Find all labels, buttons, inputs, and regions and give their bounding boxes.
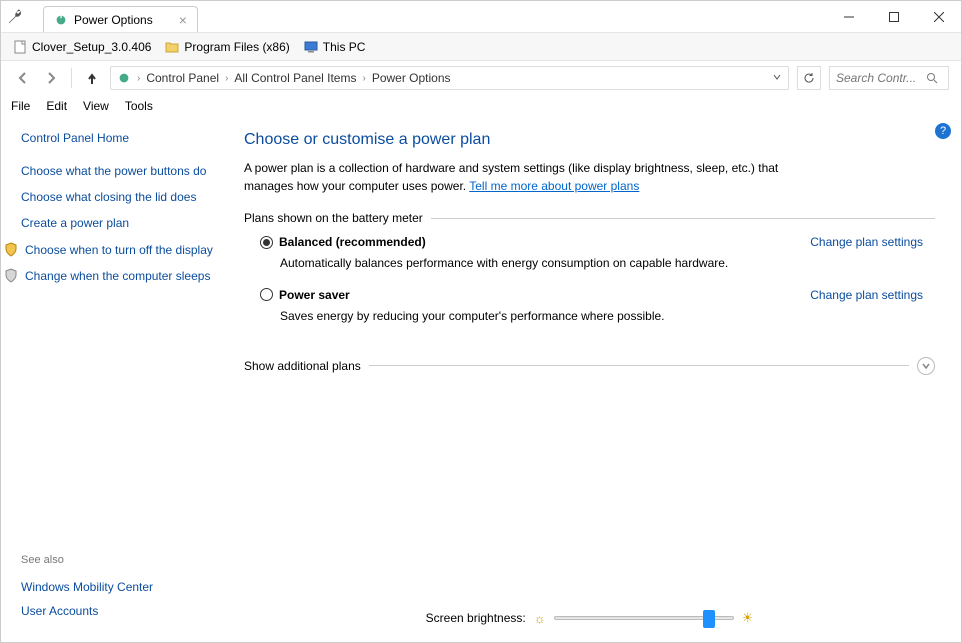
breadcrumb-power-options[interactable]: Power Options [372,71,451,85]
bookmark-this-pc[interactable]: This PC [304,40,366,54]
tab-title: Power Options [74,13,153,27]
shield-icon [3,242,19,258]
plan-desc: Automatically balances performance with … [280,255,935,272]
address-bar-row: › Control Panel › All Control Panel Item… [1,61,961,95]
pc-icon [304,40,318,54]
section-label-text: Show additional plans [244,359,361,373]
breadcrumb-all-items[interactable]: All Control Panel Items [234,71,356,85]
sidebar-link-computer-sleeps[interactable]: Change when the computer sleeps [21,268,214,284]
search-icon [926,72,938,84]
chevron-right-icon[interactable]: › [137,73,140,84]
brightness-label: Screen brightness: [426,611,526,625]
menu-file[interactable]: File [11,99,30,113]
close-window-button[interactable] [916,2,961,32]
bookmarks-bar: Clover_Setup_3.0.406 Program Files (x86)… [1,33,961,61]
bookmark-label: Program Files (x86) [184,40,289,54]
sidebar-link-closing-lid[interactable]: Choose what closing the lid does [21,189,214,205]
slider-thumb[interactable] [703,610,715,628]
sidebar-link-label: Choose when to turn off the display [25,242,213,258]
control-panel-home-link[interactable]: Control Panel Home [21,131,214,145]
see-also-label: See also [21,554,214,566]
chevron-down-icon[interactable] [772,71,782,85]
sidebar-link-power-buttons[interactable]: Choose what the power buttons do [21,163,214,179]
help-icon[interactable]: ? [935,123,951,139]
plan-balanced: Balanced (recommended) Change plan setti… [260,235,935,272]
bookmark-label: This PC [323,40,366,54]
bookmark-program-files[interactable]: Program Files (x86) [165,40,289,54]
maximize-button[interactable] [871,2,916,32]
close-tab-icon[interactable]: × [179,12,187,28]
section-label-text: Plans shown on the battery meter [244,211,423,225]
change-plan-settings-link[interactable]: Change plan settings [810,288,923,302]
page-description: A power plan is a collection of hardware… [244,159,824,195]
plan-desc: Saves energy by reducing your computer's… [280,308,935,325]
divider [431,218,935,219]
brightness-slider[interactable] [554,616,734,620]
titlebar: Power Options × [1,1,961,33]
sidebar-link-mobility-center[interactable]: Windows Mobility Center [21,580,214,594]
back-button[interactable] [13,68,33,88]
browser-tab[interactable]: Power Options × [43,6,198,32]
chevron-right-icon[interactable]: › [225,73,228,84]
chevron-right-icon[interactable]: › [362,73,365,84]
main-content-wrapper: Control Panel Home Choose what the power… [1,117,961,642]
plan-radio-power-saver[interactable] [260,288,273,301]
power-options-icon [54,13,68,27]
menu-bar: File Edit View Tools [1,95,961,117]
refresh-icon [803,72,815,84]
refresh-button[interactable] [797,66,821,90]
shield-icon [3,268,19,284]
folder-icon [165,40,179,54]
plans-section-header: Plans shown on the battery meter [244,211,935,225]
search-input[interactable] [836,71,920,85]
sidebar-link-label: Change when the computer sleeps [25,268,210,284]
brightness-control: Screen brightness: ☼ ☀ [244,610,935,636]
plan-name: Balanced (recommended) [279,235,426,249]
menu-view[interactable]: View [83,99,109,113]
forward-button[interactable] [41,68,61,88]
breadcrumb-bar[interactable]: › Control Panel › All Control Panel Item… [110,66,789,90]
plan-name: Power saver [279,288,350,302]
search-box[interactable] [829,66,949,90]
breadcrumb-control-panel[interactable]: Control Panel [146,71,219,85]
expand-chevron-icon[interactable] [917,357,935,375]
tell-me-more-link[interactable]: Tell me more about power plans [469,179,639,193]
bookmark-label: Clover_Setup_3.0.406 [32,40,151,54]
sidebar-link-turn-off-display[interactable]: Choose when to turn off the display [21,242,214,258]
sidebar: Control Panel Home Choose what the power… [1,117,226,642]
window-controls [826,2,961,32]
sun-low-icon: ☼ [534,611,546,626]
plan-radio-balanced[interactable] [260,236,273,249]
minimize-button[interactable] [826,2,871,32]
plan-power-saver: Power saver Change plan settings Saves e… [260,288,935,325]
file-icon [13,40,27,54]
power-options-icon [117,71,131,85]
sidebar-link-user-accounts[interactable]: User Accounts [21,604,214,618]
sidebar-link-create-plan[interactable]: Create a power plan [21,215,214,231]
separator [71,68,72,88]
divider [369,365,909,366]
change-plan-settings-link[interactable]: Change plan settings [810,235,923,249]
bookmark-clover-setup[interactable]: Clover_Setup_3.0.406 [13,40,151,54]
content-pane: ? Choose or customise a power plan A pow… [226,117,961,642]
menu-tools[interactable]: Tools [125,99,153,113]
up-button[interactable] [82,68,102,88]
page-heading: Choose or customise a power plan [244,131,935,149]
wrench-icon [7,9,23,25]
sun-high-icon: ☀ [742,610,754,626]
menu-edit[interactable]: Edit [46,99,67,113]
additional-plans-header[interactable]: Show additional plans [244,357,935,375]
